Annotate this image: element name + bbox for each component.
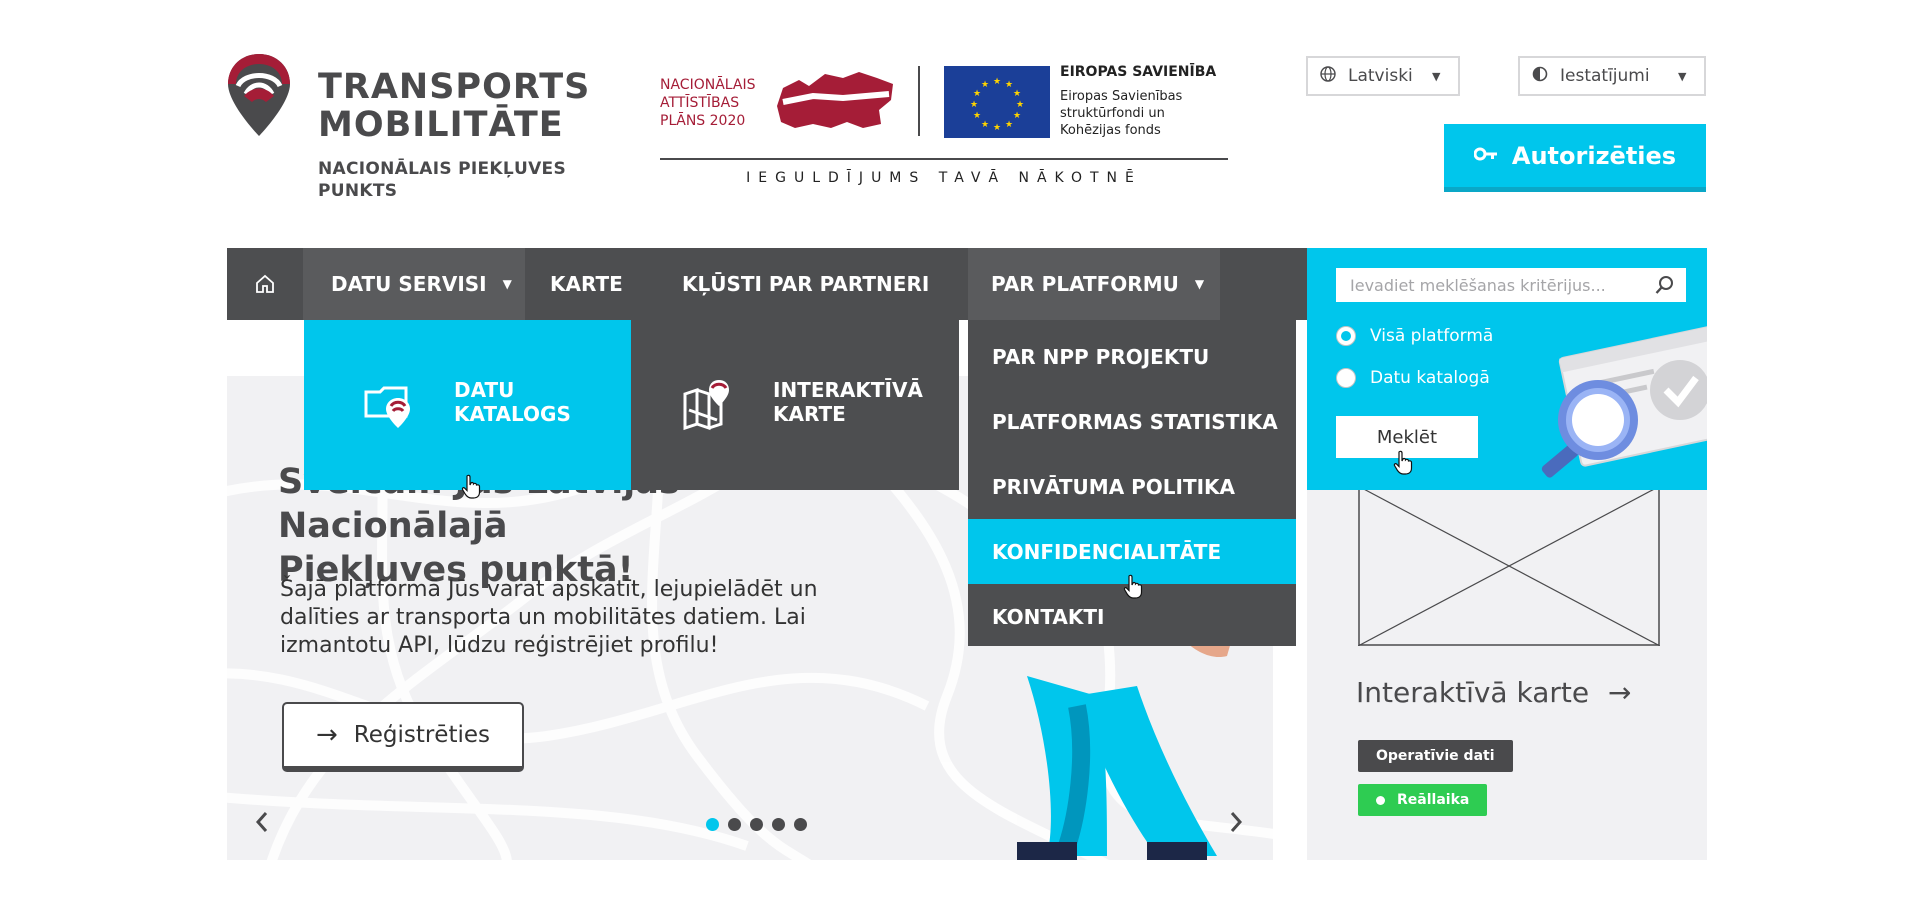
chevron-left-icon	[255, 812, 268, 832]
svg-text:★: ★	[1013, 89, 1021, 99]
slider-prev-button[interactable]	[254, 810, 270, 840]
latvia-map-icon	[777, 72, 893, 128]
home-icon	[256, 274, 274, 293]
slider-dot[interactable]	[794, 818, 807, 831]
nav-data-services[interactable]: DATU SERVISI ▼	[303, 248, 525, 320]
menu-npp-project[interactable]: PAR NPP PROJEKTU	[968, 324, 1296, 389]
menu-data-catalog[interactable]: DATU KATALOGS	[304, 320, 631, 490]
nav-about-platform[interactable]: PAR PLATFORMU ▼	[968, 248, 1220, 320]
menu-data-catalog-label: DATU KATALOGS	[454, 378, 571, 426]
eu-flag-icon: ★ ★★ ★★★ ★★★ ★★★	[944, 66, 1050, 138]
hand-cursor-icon	[1123, 574, 1143, 599]
image-placeholder	[1358, 486, 1660, 646]
svg-text:★: ★	[993, 123, 1001, 133]
chevron-right-icon	[1230, 812, 1243, 832]
svg-text:★: ★	[973, 89, 981, 99]
svg-text:★: ★	[1005, 120, 1013, 130]
slider-dot[interactable]	[706, 818, 719, 831]
catalog-folder-icon	[364, 386, 410, 428]
search-input[interactable]	[1336, 268, 1686, 302]
chevron-down-icon: ▼	[1678, 69, 1687, 83]
svg-text:★: ★	[970, 100, 978, 110]
nav-map[interactable]: KARTE	[525, 248, 669, 320]
key-icon	[1473, 143, 1498, 168]
hero-description: Šajā platformā Jūs varat apskatīt, lejup…	[280, 577, 818, 658]
language-select-value: Latviski	[1348, 66, 1413, 86]
menu-interactive-map-label: INTERAKTĪVĀ KARTE	[773, 378, 923, 426]
chevron-down-icon: ▼	[1432, 69, 1441, 83]
realtime-badge: Reāllaika	[1358, 784, 1488, 816]
menu-platform-statistics[interactable]: PLATFORMAS STATISTIKA	[968, 389, 1296, 454]
eu-subtitle: Eiropas Savienības struktūrfondi un Kohē…	[1060, 89, 1183, 138]
arrow-right-icon: →	[315, 720, 338, 750]
hand-cursor-icon	[1393, 450, 1413, 475]
search-scope-catalog[interactable]: Datu katalogā	[1336, 366, 1490, 390]
brand-logo-icon[interactable]	[226, 52, 292, 138]
svg-text:★: ★	[993, 77, 1001, 87]
menu-interactive-map[interactable]: INTERAKTĪVĀ KARTE	[631, 320, 959, 490]
map-pin-icon	[683, 380, 729, 431]
slider-dot[interactable]	[750, 818, 763, 831]
search-scope-platform[interactable]: Visā platformā	[1336, 324, 1493, 348]
partner-underline	[660, 158, 1228, 160]
nap-logo-text: NACIONĀLAIS ATTĪSTĪBAS PLĀNS 2020	[660, 77, 756, 129]
svg-text:★: ★	[1013, 111, 1021, 121]
magnifier-illustration	[1541, 325, 1707, 478]
svg-text:★: ★	[973, 111, 981, 121]
svg-text:★: ★	[1016, 100, 1024, 110]
hand-cursor-icon	[461, 474, 481, 499]
slider-dots	[706, 818, 807, 831]
slider-dot[interactable]	[772, 818, 785, 831]
settings-select-value: Iestatījumi	[1560, 66, 1650, 86]
language-select[interactable]: Latviski ▼	[1306, 56, 1460, 96]
eu-title: EIROPAS SAVIENĪBA	[1060, 64, 1217, 80]
invest-slogan: IEGULDĪJUMS TAVĀ NĀKOTNĒ	[746, 170, 1142, 186]
register-button[interactable]: → Reģistrēties	[282, 702, 524, 772]
login-button[interactable]: Autorizēties	[1444, 124, 1706, 192]
slider-dot[interactable]	[728, 818, 741, 831]
brand-title[interactable]: TRANSPORTS MOBILITĀTE	[318, 68, 590, 144]
settings-select[interactable]: Iestatījumi ▼	[1518, 56, 1706, 96]
menu-privacy-policy[interactable]: PRIVĀTUMA POLITIKA	[968, 454, 1296, 519]
svg-text:★: ★	[981, 120, 989, 130]
login-button-label: Autorizēties	[1511, 141, 1677, 170]
svg-text:★: ★	[981, 80, 989, 90]
contrast-icon	[1532, 66, 1554, 86]
svg-text:★: ★	[1005, 80, 1013, 90]
caret-down-icon: ▼	[1194, 277, 1205, 291]
slider-next-button[interactable]	[1228, 810, 1244, 840]
nav-home[interactable]	[227, 248, 303, 320]
live-dot-icon	[1376, 795, 1385, 805]
partner-divider	[918, 66, 920, 136]
arrow-right-icon: →	[1607, 676, 1632, 709]
nav-become-partner[interactable]: KĻŪSTI PAR PARTNERI	[669, 248, 969, 320]
radio-button[interactable]	[1336, 326, 1356, 346]
brand-subtitle: NACIONĀLAIS PIEKĻUVES PUNKTS	[318, 159, 567, 201]
caret-down-icon: ▼	[502, 277, 512, 291]
globe-icon	[1320, 66, 1342, 86]
register-button-label: Reģistrēties	[353, 722, 491, 748]
side-card-title[interactable]: Interaktīvā karte →	[1356, 676, 1631, 709]
operative-data-badge: Operatīvie dati	[1358, 740, 1513, 772]
radio-button[interactable]	[1336, 368, 1356, 388]
search-icon[interactable]	[1654, 274, 1676, 296]
